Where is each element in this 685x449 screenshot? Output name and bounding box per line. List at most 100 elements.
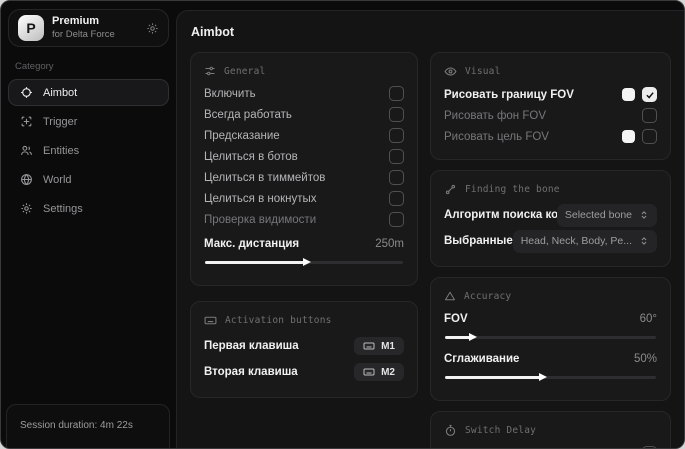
setting-label: Включить	[204, 87, 256, 100]
setting-row: Целиться в тиммейтов	[204, 167, 404, 188]
setting-row: Целиться в нокнутых	[204, 188, 404, 209]
sidebar-item-label: Settings	[43, 202, 83, 215]
session-duration-label: Session duration: 4m 22s	[20, 420, 133, 431]
general-panel: General Включить Всегда работать Предска…	[190, 52, 418, 286]
keyboard-icon	[204, 314, 217, 327]
setting-row: Макс. дистанция 250m	[204, 233, 404, 254]
keybind-value: M2	[381, 366, 395, 378]
always-work-checkbox[interactable]	[389, 107, 404, 122]
section-title: Accuracy	[464, 290, 512, 302]
main-content: Aimbot General Включить Всегда работать …	[176, 10, 684, 448]
setting-label: Макс. дистанция	[204, 237, 300, 250]
selected-bones-select[interactable]: Head, Neck, Body, Pe...	[512, 229, 657, 253]
app-subtitle: for Delta Force	[52, 28, 115, 40]
category-label: Category	[15, 61, 54, 72]
setting-label: Всегда работать	[204, 108, 292, 121]
visual-panel: Visual Рисовать границу FOV Рисовать фон…	[430, 52, 671, 160]
keybind-value: M1	[381, 340, 395, 352]
sidebar-item-world[interactable]: World	[8, 166, 169, 193]
fov-value: 60°	[639, 312, 657, 325]
unfold-icon	[639, 236, 649, 246]
target-teammates-checkbox[interactable]	[389, 170, 404, 185]
setting-label: Сглаживание	[444, 352, 520, 365]
setting-row: Рисовать цель FOV	[444, 126, 657, 147]
smoothing-slider[interactable]	[445, 371, 656, 384]
section-title: General	[224, 65, 266, 77]
sidebar-item-label: Entities	[43, 144, 80, 157]
crosshair-icon	[20, 86, 33, 99]
setting-label: FOV	[444, 312, 468, 325]
trigger-icon	[20, 115, 33, 128]
sidebar-item-entities[interactable]: Entities	[8, 137, 169, 164]
keybind-row: Первая клавиша M1	[204, 333, 404, 359]
setting-row: Рисовать границу FOV	[444, 84, 657, 105]
selected-value: Selected bone	[564, 209, 632, 221]
setting-label: Рисовать цель FOV	[444, 130, 549, 143]
target-bots-checkbox[interactable]	[389, 149, 404, 164]
setting-row: Включить	[204, 83, 404, 104]
fov-border-color-swatch[interactable]	[622, 88, 635, 101]
second-key-button[interactable]: M2	[354, 363, 404, 381]
sidebar-item-settings[interactable]: Settings	[8, 195, 169, 222]
visibility-check-checkbox[interactable]	[389, 212, 404, 227]
section-title: Finding the bone	[465, 184, 560, 195]
setting-row: Задержка переключения	[444, 443, 657, 448]
setting-label: Рисовать фон FOV	[444, 109, 546, 122]
sidebar-item-trigger[interactable]: Trigger	[8, 108, 169, 135]
sidebar: P Premium for Delta Force Category Aimbo…	[1, 1, 176, 448]
setting-row: Выбранные кос Head, Neck, Body, Pe...	[444, 228, 657, 254]
draw-fov-border-checkbox[interactable]	[642, 87, 657, 102]
setting-row: FOV 60°	[444, 308, 657, 329]
draw-fov-target-checkbox[interactable]	[642, 129, 657, 144]
bone-algorithm-select[interactable]: Selected bone	[556, 203, 657, 227]
prediction-checkbox[interactable]	[389, 128, 404, 143]
setting-label: Проверка видимости	[204, 213, 317, 226]
setting-label: Предсказание	[204, 129, 280, 142]
fov-slider[interactable]	[445, 331, 656, 344]
keyboard-icon	[363, 340, 375, 352]
update-gear-icon[interactable]	[146, 22, 159, 35]
setting-row: Проверка видимости	[204, 209, 404, 230]
setting-label: Целиться в нокнутых	[204, 192, 317, 205]
setting-row: Предсказание	[204, 125, 404, 146]
keybind-label: Вторая клавиша	[204, 366, 298, 378]
target-knocked-checkbox[interactable]	[389, 191, 404, 206]
globe-icon	[20, 173, 33, 186]
gear-icon	[20, 202, 33, 215]
unfold-icon	[639, 210, 649, 220]
app-title: Premium	[52, 15, 100, 28]
fov-target-color-swatch[interactable]	[622, 130, 635, 143]
setting-row: Сглаживание 50%	[444, 348, 657, 369]
setting-label: Рисовать границу FOV	[444, 88, 574, 101]
first-key-button[interactable]: M1	[354, 337, 404, 355]
enable-checkbox[interactable]	[389, 86, 404, 101]
slider-thumb-icon[interactable]	[469, 333, 478, 341]
section-title: Activation buttons	[225, 315, 332, 326]
eye-icon	[444, 65, 457, 78]
setting-label: Выбранные кос	[444, 235, 513, 247]
bone-icon	[444, 183, 457, 196]
max-distance-slider[interactable]	[205, 256, 403, 269]
slider-thumb-icon[interactable]	[538, 373, 547, 381]
setting-label: Алгоритм поиска кост	[444, 209, 557, 221]
app-logo: P	[18, 15, 44, 41]
sidebar-item-label: World	[43, 173, 72, 186]
session-duration-box: Session duration: 4m 22s	[6, 404, 170, 448]
triangle-icon	[444, 290, 456, 302]
activation-buttons-panel: Activation buttons Первая клавиша M1 Вто…	[190, 301, 418, 398]
keybind-row: Вторая клавиша M2	[204, 359, 404, 385]
page-title: Aimbot	[191, 25, 235, 39]
finding-bone-panel: Finding the bone Алгоритм поиска кост Se…	[430, 170, 671, 267]
stopwatch-icon	[444, 424, 457, 437]
max-distance-value: 250m	[375, 237, 404, 250]
section-title: Visual	[465, 66, 501, 77]
sidebar-item-label: Trigger	[43, 115, 78, 128]
selected-value: Head, Neck, Body, Pe...	[520, 235, 632, 247]
users-icon	[20, 144, 33, 157]
slider-thumb-icon[interactable]	[303, 258, 311, 266]
section-title: Switch Delay	[465, 425, 537, 436]
sliders-icon	[204, 65, 216, 77]
sidebar-item-aimbot[interactable]: Aimbot	[8, 79, 169, 106]
smoothing-value: 50%	[633, 352, 657, 365]
draw-fov-background-checkbox[interactable]	[642, 108, 657, 123]
